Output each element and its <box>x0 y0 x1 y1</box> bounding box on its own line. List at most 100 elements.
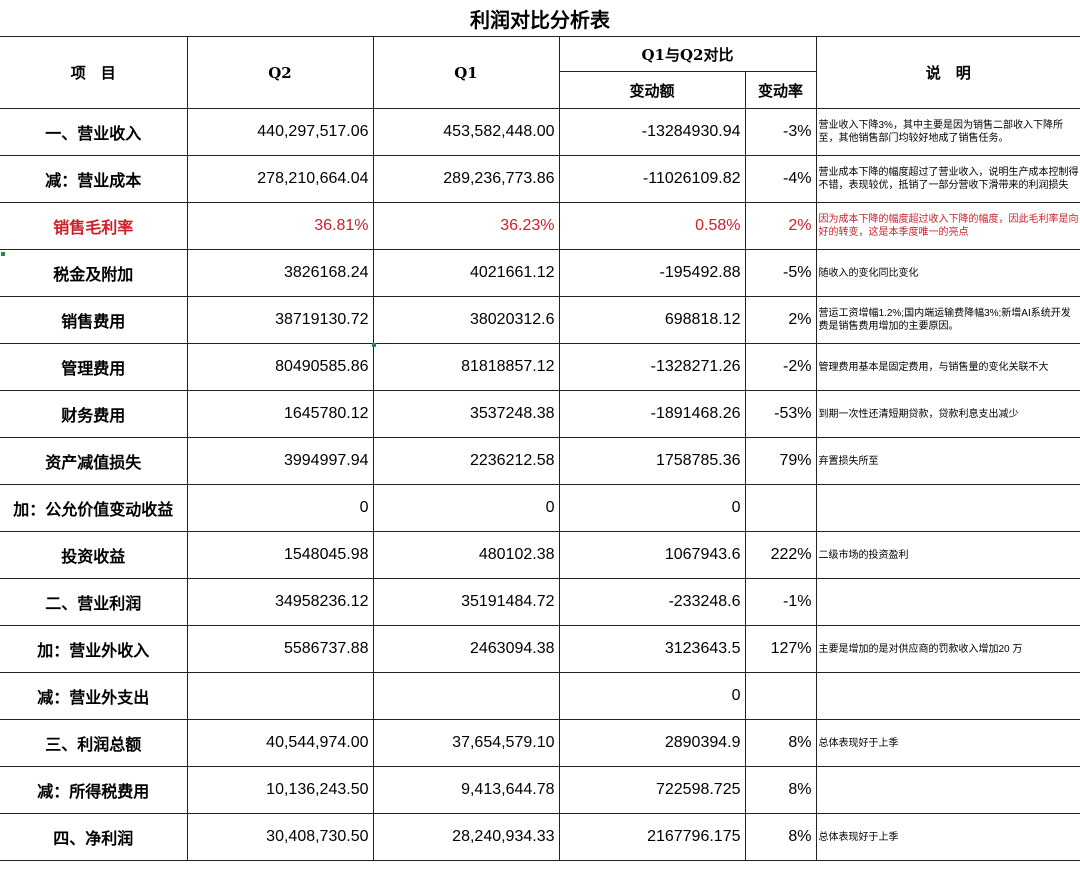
cell-change-amount[interactable]: -233248.6 <box>558 578 746 626</box>
cell-change-rate[interactable]: 2% <box>744 202 817 250</box>
sheet-title[interactable]: 利润对比分析表 <box>0 0 1080 37</box>
cell-note[interactable]: 随收入的变化同比变化 <box>815 249 1080 297</box>
cell-q1[interactable]: 453,582,448.00 <box>372 108 560 156</box>
cell-q1[interactable]: 2236212.58 <box>372 437 560 485</box>
cell-item[interactable]: 资产减值损失 <box>0 437 188 485</box>
cell-item[interactable]: 加：公允价值变动收益 <box>0 484 188 532</box>
cell-q1[interactable]: 2463094.38 <box>372 625 560 673</box>
cell-note[interactable]: 营运工资增幅1.2%;国内端运输费降幅3%;新增AI系统开发费是销售费用增加的主… <box>815 296 1080 344</box>
cell-q1[interactable]: 36.23% <box>372 202 560 250</box>
cell-item[interactable]: 减：营业外支出 <box>0 672 188 720</box>
cell-q2[interactable]: 440,297,517.06 <box>186 108 374 156</box>
cell-q1[interactable]: 28,240,934.33 <box>372 813 560 861</box>
cell-change-amount[interactable]: 0 <box>558 484 746 532</box>
cell-change-amount[interactable]: 1758785.36 <box>558 437 746 485</box>
cell-change-rate[interactable]: -1% <box>744 578 817 626</box>
cell-note[interactable] <box>815 484 1080 532</box>
cell-change-rate[interactable] <box>744 484 817 532</box>
cell-note[interactable]: 二级市场的投资盈利 <box>815 531 1080 579</box>
cell-q2[interactable]: 1645780.12 <box>186 390 374 438</box>
cell-note[interactable] <box>815 766 1080 814</box>
cell-change-rate[interactable]: 8% <box>744 813 817 861</box>
cell-q2[interactable]: 80490585.86 <box>186 343 374 391</box>
cell-change-rate[interactable]: 222% <box>744 531 817 579</box>
cell-change-rate[interactable]: 8% <box>744 719 817 767</box>
header-change-rate[interactable]: 变动率 <box>744 71 817 109</box>
cell-q2[interactable]: 1548045.98 <box>186 531 374 579</box>
cell-change-rate[interactable]: -53% <box>744 390 817 438</box>
cell-q1[interactable]: 9,413,644.78 <box>372 766 560 814</box>
cell-item[interactable]: 管理费用 <box>0 343 188 391</box>
cell-q2[interactable]: 34958236.12 <box>186 578 374 626</box>
cell-q2[interactable]: 40,544,974.00 <box>186 719 374 767</box>
cell-change-rate[interactable]: 8% <box>744 766 817 814</box>
cell-note[interactable]: 管理费用基本是固定费用，与销售量的变化关联不大 <box>815 343 1080 391</box>
cell-change-amount[interactable]: 722598.725 <box>558 766 746 814</box>
cell-q1[interactable]: 37,654,579.10 <box>372 719 560 767</box>
header-q1[interactable]: Q1 <box>372 36 560 109</box>
cell-q2[interactable]: 0 <box>186 484 374 532</box>
cell-change-rate[interactable]: 127% <box>744 625 817 673</box>
cell-item[interactable]: 四、净利润 <box>0 813 188 861</box>
cell-item[interactable]: 销售毛利率 <box>0 202 188 250</box>
cell-item[interactable]: 减：所得税费用 <box>0 766 188 814</box>
cell-q1[interactable] <box>372 672 560 720</box>
cell-change-amount[interactable]: 0.58% <box>558 202 746 250</box>
cell-change-amount[interactable]: -1891468.26 <box>558 390 746 438</box>
cell-q2[interactable]: 278,210,664.04 <box>186 155 374 203</box>
cell-q2[interactable]: 36.81% <box>186 202 374 250</box>
cell-change-amount[interactable]: -11026109.82 <box>558 155 746 203</box>
cell-q1[interactable]: 0 <box>372 484 560 532</box>
cell-note[interactable]: 总体表现好于上季 <box>815 719 1080 767</box>
cell-item[interactable]: 税金及附加 <box>0 249 188 297</box>
cell-item[interactable]: 二、营业利润 <box>0 578 188 626</box>
cell-q1[interactable]: 3537248.38 <box>372 390 560 438</box>
cell-note[interactable]: 因为成本下降的幅度超过收入下降的幅度，因此毛利率是向好的转变，这是本季度唯一的亮… <box>815 202 1080 250</box>
cell-change-rate[interactable] <box>744 672 817 720</box>
cell-q2[interactable]: 10,136,243.50 <box>186 766 374 814</box>
header-change-amount[interactable]: 变动额 <box>558 71 746 109</box>
cell-note[interactable] <box>815 672 1080 720</box>
cell-change-amount[interactable]: -13284930.94 <box>558 108 746 156</box>
cell-q2[interactable]: 38719130.72 <box>186 296 374 344</box>
cell-note[interactable] <box>815 578 1080 626</box>
cell-q2[interactable]: 3994997.94 <box>186 437 374 485</box>
cell-item[interactable]: 销售费用 <box>0 296 188 344</box>
cell-note[interactable]: 总体表现好于上季 <box>815 813 1080 861</box>
cell-item[interactable]: 财务费用 <box>0 390 188 438</box>
cell-change-rate[interactable]: -4% <box>744 155 817 203</box>
cell-q2[interactable] <box>186 672 374 720</box>
cell-item[interactable]: 一、营业收入 <box>0 108 188 156</box>
header-q2[interactable]: Q2 <box>186 36 374 109</box>
cell-change-rate[interactable]: -3% <box>744 108 817 156</box>
cell-q1[interactable]: 289,236,773.86 <box>372 155 560 203</box>
cell-change-amount[interactable]: -195492.88 <box>558 249 746 297</box>
cell-q1[interactable]: 4021661.12 <box>372 249 560 297</box>
cell-q1[interactable]: 480102.38 <box>372 531 560 579</box>
header-compare[interactable]: Q1与Q2对比 <box>558 36 817 72</box>
cell-change-amount[interactable]: 2890394.9 <box>558 719 746 767</box>
cell-item[interactable]: 三、利润总额 <box>0 719 188 767</box>
cell-change-rate[interactable]: -2% <box>744 343 817 391</box>
cell-q2[interactable]: 5586737.88 <box>186 625 374 673</box>
cell-note[interactable]: 营业收入下降3%，其中主要是因为销售二部收入下降所至，其他销售部门均较好地成了销… <box>815 108 1080 156</box>
cell-q1[interactable]: 81818857.12 <box>372 343 560 391</box>
cell-q2[interactable]: 3826168.24 <box>186 249 374 297</box>
cell-change-amount[interactable]: 2167796.175 <box>558 813 746 861</box>
cell-item[interactable]: 加：营业外收入 <box>0 625 188 673</box>
header-note[interactable]: 说 明 <box>815 36 1080 109</box>
cell-q1[interactable]: 35191484.72 <box>372 578 560 626</box>
cell-note[interactable]: 主要是增加的是对供应商的罚款收入增加20 万 <box>815 625 1080 673</box>
header-item[interactable]: 项 目 <box>0 36 188 109</box>
cell-q2[interactable]: 30,408,730.50 <box>186 813 374 861</box>
cell-change-amount[interactable]: -1328271.26 <box>558 343 746 391</box>
cell-item[interactable]: 投资收益 <box>0 531 188 579</box>
cell-change-amount[interactable]: 3123643.5 <box>558 625 746 673</box>
cell-change-rate[interactable]: 2% <box>744 296 817 344</box>
cell-note[interactable]: 到期一次性还清短期贷款，贷款利息支出减少 <box>815 390 1080 438</box>
cell-change-amount[interactable]: 0 <box>558 672 746 720</box>
cell-change-rate[interactable]: 79% <box>744 437 817 485</box>
cell-item[interactable]: 减：营业成本 <box>0 155 188 203</box>
cell-note[interactable]: 弃置损失所至 <box>815 437 1080 485</box>
cell-change-amount[interactable]: 1067943.6 <box>558 531 746 579</box>
